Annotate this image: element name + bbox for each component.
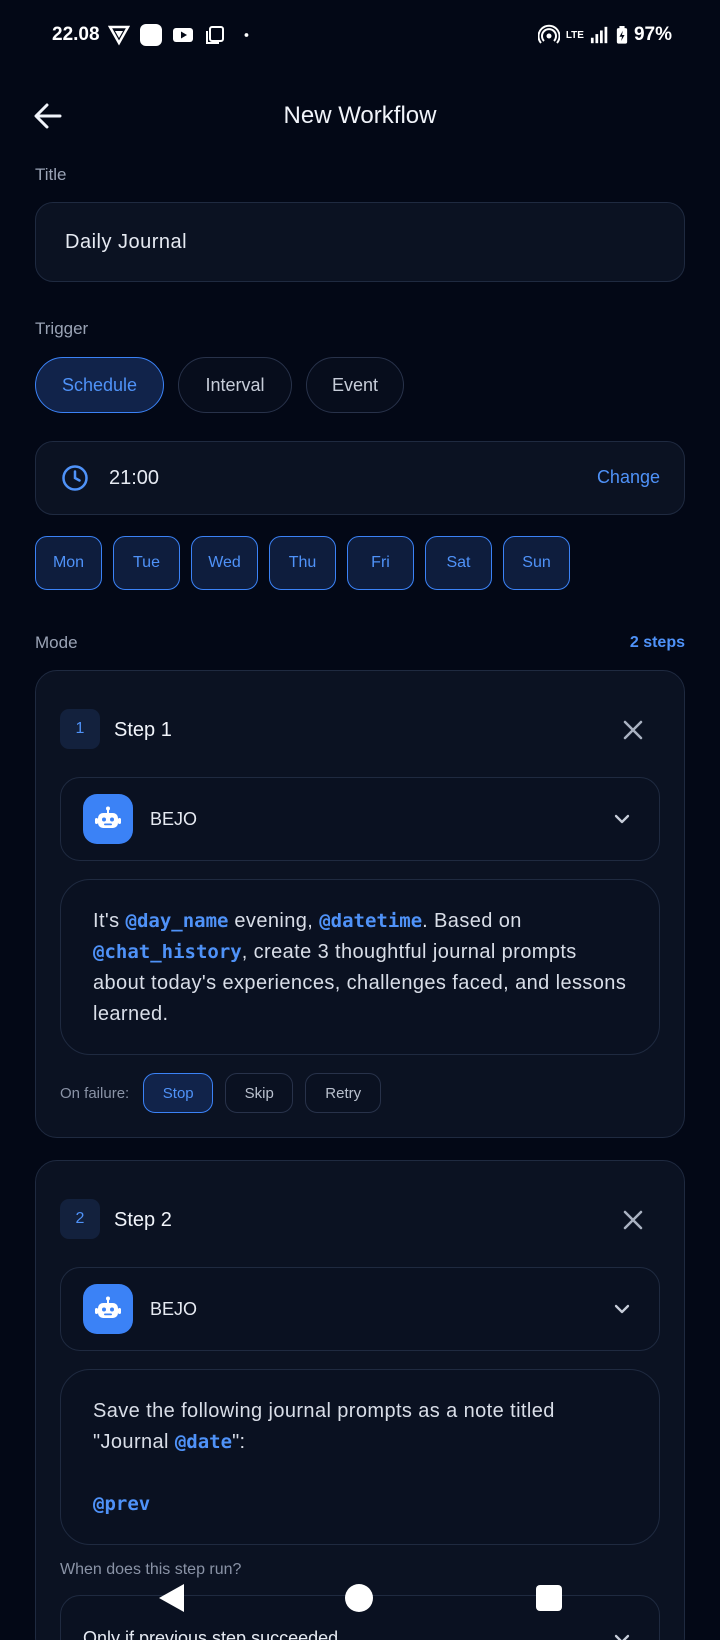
page-title: New Workflow bbox=[283, 102, 437, 129]
variable-token: @chat_history bbox=[93, 941, 242, 963]
schedule-time: 21:00 bbox=[109, 467, 160, 489]
status-time: 22.08 bbox=[52, 24, 100, 45]
youtube-icon bbox=[173, 28, 193, 42]
status-icons-right: LTE 97% bbox=[537, 24, 672, 46]
day-wed[interactable]: Wed bbox=[191, 536, 258, 590]
schedule-time-card[interactable]: 21:00 Change bbox=[35, 441, 685, 515]
day-sat[interactable]: Sat bbox=[425, 536, 492, 590]
failure-retry-button[interactable]: Retry bbox=[305, 1073, 382, 1113]
variable-token: @prev bbox=[93, 1493, 151, 1515]
robot-avatar bbox=[83, 1284, 133, 1334]
nav-recents-icon[interactable] bbox=[536, 1585, 562, 1611]
trigger-schedule-button[interactable]: Schedule bbox=[35, 357, 164, 413]
title-label: Title bbox=[35, 165, 67, 184]
day-fri[interactable]: Fri bbox=[347, 536, 414, 590]
variable-token: @datetime bbox=[319, 910, 423, 932]
app-icon bbox=[140, 24, 162, 46]
step-number: 2 bbox=[60, 1199, 100, 1239]
prompt-textarea[interactable]: Save the following journal prompts as a … bbox=[60, 1369, 660, 1545]
trigger-options: Schedule Interval Event bbox=[35, 357, 404, 413]
change-time-button[interactable]: Change bbox=[597, 467, 660, 488]
clock-icon bbox=[62, 465, 88, 491]
agent-select[interactable]: BEJO bbox=[60, 777, 660, 861]
on-failure-label: On failure: bbox=[60, 1084, 130, 1102]
status-icons-left bbox=[108, 24, 256, 46]
prompt-text: Save the following journal prompts as a … bbox=[93, 1400, 555, 1453]
title-input[interactable]: Daily Journal bbox=[35, 202, 685, 282]
vpn-icon bbox=[108, 25, 130, 46]
weekday-selector: Mon Tue Wed Thu Fri Sat Sun bbox=[35, 536, 570, 590]
on-failure-row: On failure: Stop Skip Retry bbox=[60, 1073, 382, 1113]
day-thu[interactable]: Thu bbox=[269, 536, 336, 590]
agent-name: BEJO bbox=[150, 1299, 198, 1319]
variable-token: @date bbox=[174, 1431, 233, 1453]
chevron-down-icon bbox=[614, 1304, 630, 1314]
robot-avatar bbox=[83, 794, 133, 844]
dot-icon bbox=[244, 33, 249, 37]
agent-name: BEJO bbox=[150, 809, 198, 829]
mode-label: Mode bbox=[35, 633, 78, 652]
network-type: LTE bbox=[565, 29, 584, 41]
system-nav-bar bbox=[0, 1560, 720, 1640]
prompt-text: ": bbox=[232, 1431, 246, 1453]
prompt-text: . Based on bbox=[422, 910, 522, 932]
step-title: Step 1 bbox=[114, 719, 172, 741]
robot-icon bbox=[95, 1296, 121, 1318]
step-number: 1 bbox=[60, 709, 100, 749]
close-icon[interactable] bbox=[620, 717, 646, 743]
step-title: Step 2 bbox=[114, 1209, 172, 1231]
day-sun[interactable]: Sun bbox=[503, 536, 570, 590]
nav-back-icon[interactable] bbox=[156, 1582, 186, 1614]
chevron-down-icon bbox=[614, 814, 630, 824]
robot-icon bbox=[95, 806, 121, 828]
steps-count: 2 steps bbox=[629, 634, 685, 651]
prompt-textarea[interactable]: It's @day_name evening, @datetime. Based… bbox=[60, 879, 660, 1055]
failure-stop-button[interactable]: Stop bbox=[143, 1073, 214, 1113]
hotspot-icon bbox=[537, 24, 560, 44]
copy-icon bbox=[206, 26, 224, 44]
day-tue[interactable]: Tue bbox=[113, 536, 180, 590]
signal-icon bbox=[590, 26, 608, 44]
agent-select[interactable]: BEJO bbox=[60, 1267, 660, 1351]
day-mon[interactable]: Mon bbox=[35, 536, 102, 590]
failure-skip-button[interactable]: Skip bbox=[225, 1073, 294, 1113]
battery-percent: 97% bbox=[633, 24, 672, 45]
trigger-label: Trigger bbox=[35, 319, 89, 338]
app-bar: New Workflow bbox=[0, 82, 720, 152]
status-bar: 22.08 LTE 97% bbox=[0, 0, 720, 72]
nav-home-icon[interactable] bbox=[345, 1584, 373, 1612]
step-card: 1 Step 1 BEJO It's @day_name evening, @d… bbox=[35, 670, 685, 1138]
battery-icon bbox=[616, 26, 628, 44]
variable-token: @day_name bbox=[125, 910, 229, 932]
trigger-event-button[interactable]: Event bbox=[306, 357, 404, 413]
prompt-text: It's bbox=[93, 910, 126, 932]
prompt-text: evening, bbox=[228, 910, 320, 932]
trigger-interval-button[interactable]: Interval bbox=[178, 357, 292, 413]
close-icon[interactable] bbox=[620, 1207, 646, 1233]
